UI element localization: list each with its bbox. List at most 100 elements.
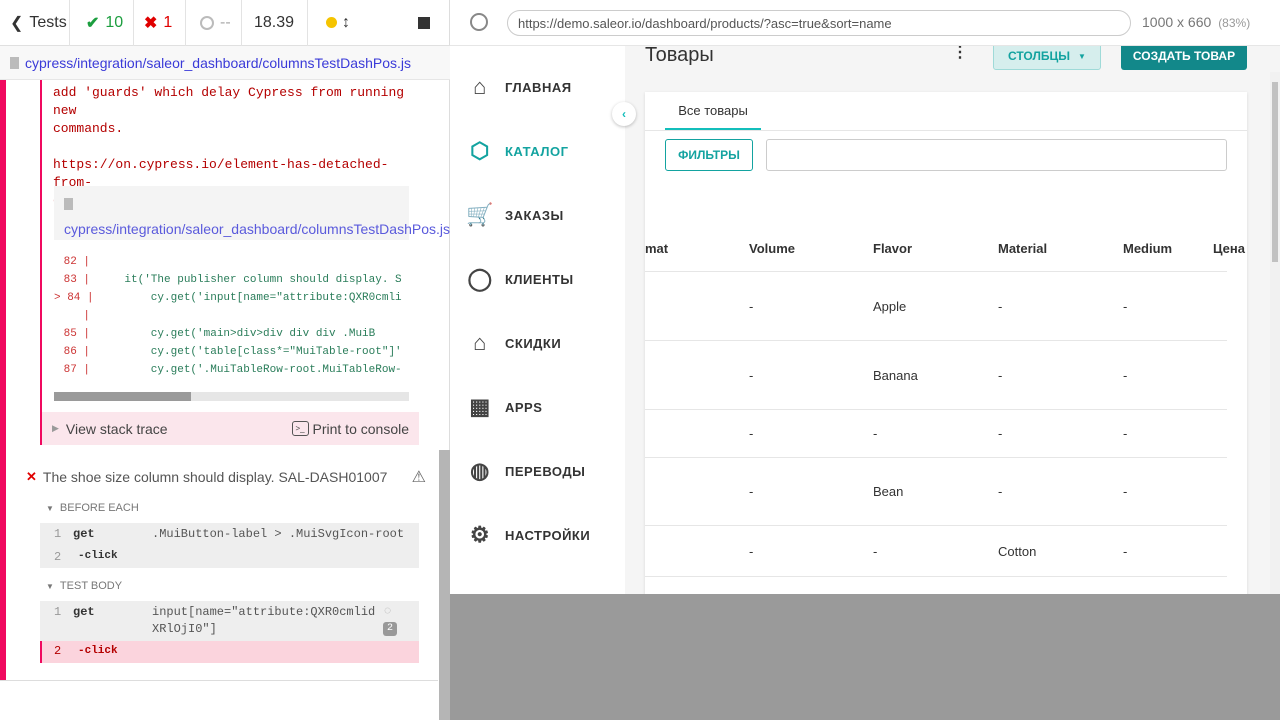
- aut-viewport: ⌂ ГЛАВНАЯ ⬡ КАТАЛОГ 🛒 ЗАКАЗЫ ◯ КЛИЕНТЫ ⌂ СКИДКИ ▦ A…: [450, 46, 1280, 594]
- cmd-name: get: [73, 605, 95, 619]
- products-card: Все товары ФИЛЬТРЫ mat Volume Flavor Materi…: [645, 92, 1247, 594]
- table-row[interactable]: - Banana - -: [645, 341, 1227, 410]
- failed-count[interactable]: ✖ 1: [134, 0, 186, 46]
- sidebar-item-user[interactable]: ◯ КЛИЕНТЫ: [466, 263, 574, 295]
- caret-down-icon: ▼: [46, 581, 54, 591]
- collapse-sidebar-button[interactable]: ‹: [612, 102, 636, 126]
- cmd-name[interactable]: get: [73, 527, 95, 541]
- passed-count[interactable]: ✔ 10: [70, 0, 134, 46]
- view-stack-trace-button[interactable]: View stack trace: [66, 421, 168, 437]
- code-line: 86 | cy.get('table[class*="MuiTable-root…: [54, 343, 409, 361]
- caret-down-icon: ▼: [1078, 51, 1086, 61]
- cmd-arg: .MuiButton-label > .MuiSvgIcon-root: [152, 527, 405, 541]
- failed-test-title: The shoe size column should display. SAL…: [42, 469, 388, 485]
- table-cell: Bean: [873, 484, 904, 499]
- print-to-console-label: Print to console: [312, 420, 410, 437]
- column-header[interactable]: Volume: [749, 241, 795, 256]
- sidebar-item-globe[interactable]: ◍ ПЕРЕВОДЫ: [466, 455, 585, 487]
- spec-file-bar[interactable]: cypress/integration/saleor_dashboard/col…: [0, 46, 450, 80]
- test-body-header[interactable]: ▼ TEST BODY: [46, 580, 122, 592]
- cypress-runner: ❮ Tests ✔ 10 ✖ 1 -- 18.39 ↕ cypress/inte…: [0, 0, 1280, 720]
- tag-icon: ⌂: [473, 330, 487, 355]
- sidebar-item-box[interactable]: ⬡ КАТАЛОГ: [466, 135, 568, 167]
- sidebar-item-label: ПЕРЕВОДЫ: [505, 463, 586, 479]
- print-to-console-button[interactable]: >_ Print to console: [291, 420, 410, 437]
- cmd-arg: input[name="attribute:QXR0cmlid XRlOjI0"…: [152, 605, 376, 636]
- columns-button[interactable]: СТОЛБЦЫ ▼: [993, 46, 1101, 70]
- code-line-number: 82 |: [63, 256, 90, 268]
- sidebar-item-apps[interactable]: ▦ APPS: [466, 391, 542, 423]
- table-row[interactable]: - Bean - -: [645, 458, 1227, 526]
- code-frame-scroll-thumb[interactable]: [54, 392, 191, 401]
- caret-right-icon[interactable]: ▶: [52, 423, 59, 434]
- code-line: |: [54, 307, 409, 325]
- code-line: > 84 | cy.get('input[name="attribute:QXR…: [54, 289, 409, 307]
- sidebar-item-tag[interactable]: ⌂ СКИДКИ: [466, 327, 561, 359]
- sidebar-item-store[interactable]: ⌂ ГЛАВНАЯ: [466, 71, 572, 103]
- autoscroll-icon[interactable]: ↕: [342, 14, 350, 32]
- failed-test-title-row[interactable]: ✕ The shoe size column should display. S…: [26, 467, 426, 487]
- code-line-text: cy.get('input[name="attribute:QXR0cmli: [98, 292, 402, 304]
- selector-playground-icon[interactable]: [470, 13, 488, 31]
- table-cell: -: [1123, 543, 1128, 559]
- command-log-scrollbar[interactable]: [439, 450, 450, 720]
- table-row[interactable]: - Apple - -: [645, 272, 1227, 341]
- table-cell: -: [749, 543, 754, 559]
- duration: 18.39: [242, 0, 308, 46]
- create-product-button[interactable]: СОЗДАТЬ ТОВАР: [1121, 46, 1247, 70]
- code-line: 87 | cy.get('.MuiTableRow-root.MuiTableR…: [54, 361, 409, 379]
- tab-all-products[interactable]: Все товары: [665, 92, 761, 130]
- aut-scroll-thumb[interactable]: [1272, 82, 1278, 262]
- filters-button[interactable]: ФИЛЬТРЫ: [665, 139, 753, 171]
- stop-icon: [418, 16, 430, 29]
- cmd-number: 1: [54, 527, 62, 541]
- search-input[interactable]: [766, 139, 1227, 171]
- sidebar-item-label: ЗАКАЗЫ: [505, 207, 564, 223]
- table-cell: Cotton: [998, 543, 1037, 559]
- page-title: Товары: [645, 46, 714, 66]
- before-each-header[interactable]: ▼ BEFORE EACH: [46, 502, 139, 514]
- code-line-number: 87 |: [63, 364, 90, 376]
- code-line: 85 | cy.get('main>div>div div div .MuiB: [54, 325, 409, 343]
- cmd-number: 2: [54, 550, 62, 564]
- table-row[interactable]: ----: [645, 410, 1227, 458]
- code-frame: 82 | 83 | it('The publisher column should…: [54, 240, 409, 392]
- element-count-badge: 2: [383, 622, 397, 636]
- sidebar-item-cart[interactable]: 🛒 ЗАКАЗЫ: [466, 199, 564, 231]
- column-header[interactable]: mat: [645, 241, 668, 256]
- aut-scrollbar[interactable]: [1270, 72, 1280, 594]
- box-icon: ⬡: [470, 138, 490, 163]
- column-header[interactable]: Цена: [1213, 241, 1245, 256]
- duration-value: 18.39: [254, 13, 295, 31]
- column-header[interactable]: Material: [998, 241, 1047, 256]
- table-row[interactable]: --Cotton-: [645, 526, 1227, 577]
- cmd-name[interactable]: -click: [78, 550, 118, 562]
- table-row[interactable]: --Cotton-: [645, 577, 1227, 594]
- aut-empty-area: [450, 594, 1280, 720]
- error-message-line: add 'guards' which delay Cypress from ru…: [53, 85, 412, 118]
- stop-button[interactable]: [360, 0, 450, 46]
- tests-back-button[interactable]: ❮ Tests: [0, 0, 70, 46]
- stack-file-link[interactable]: cypress/integration/saleor_dashboard/col…: [54, 186, 489, 240]
- column-header[interactable]: Medium: [1123, 241, 1172, 256]
- sidebar-item-label: КЛИЕНТЫ: [505, 271, 574, 287]
- code-frame-scrollbar[interactable]: [54, 392, 409, 401]
- table-cell: -: [998, 367, 1003, 383]
- test-body-command-get[interactable]: 1 get input[name="attribute:QXR0cmlid XR…: [40, 601, 419, 641]
- fail-cross-icon: ✕: [26, 469, 37, 484]
- sidebar-item-gear[interactable]: ⚙ НАСТРОЙКИ: [466, 519, 590, 551]
- more-menu-icon[interactable]: ⋮: [946, 46, 974, 64]
- spec-path: cypress/integration/saleor_dashboard/col…: [25, 54, 411, 71]
- chevron-left-icon: ‹: [622, 107, 626, 121]
- table-cell: -: [1123, 367, 1128, 383]
- check-icon: ✔: [86, 14, 100, 32]
- warning-icon: ⚠: [411, 469, 426, 486]
- pending-count[interactable]: --: [186, 0, 242, 46]
- column-header[interactable]: Flavor: [873, 241, 912, 256]
- url-field[interactable]: https://demo.saleor.io/dashboard/product…: [507, 10, 1131, 36]
- cmd-number: 1: [54, 605, 62, 619]
- code-line-number: 85 |: [63, 328, 90, 340]
- code-line: 83 | it('The publisher column should dis…: [54, 271, 409, 289]
- test-body-command-click-failed[interactable]: 2 -click: [40, 641, 419, 663]
- failed-test-marker: [0, 80, 6, 680]
